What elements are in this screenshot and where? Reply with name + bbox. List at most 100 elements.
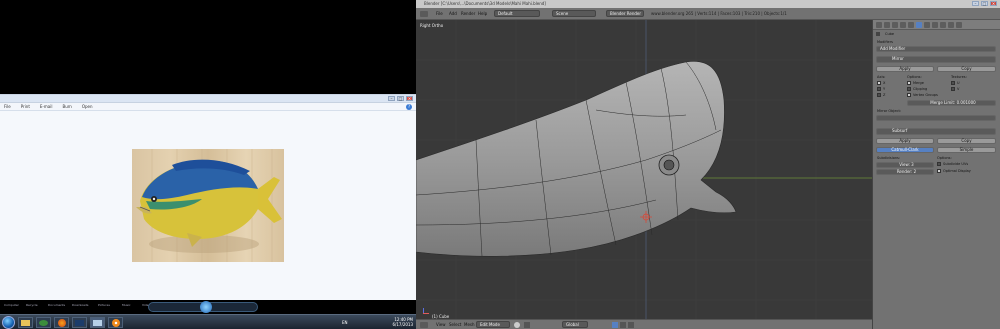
scene-tab-icon[interactable]: [884, 22, 890, 28]
menu-email[interactable]: E-mail: [40, 104, 53, 109]
optimal-display-label: Optimal Display: [943, 169, 971, 173]
particles-tab-icon[interactable]: [948, 22, 954, 28]
optimal-display-checkbox[interactable]: [937, 169, 941, 173]
scene-stats: www.blender.org 265 | Verts:114 | Faces:…: [651, 11, 787, 16]
menu-print[interactable]: Print: [21, 104, 30, 109]
blender-titlebar[interactable]: Blender [C:\Users\...\Documents\3d Model…: [416, 0, 1000, 8]
add-modifier-button[interactable]: Add Modifier: [876, 46, 996, 52]
start-button[interactable]: [2, 316, 15, 329]
layout-selector[interactable]: Default: [494, 10, 540, 17]
editor-type-icon[interactable]: [420, 322, 428, 328]
mirror-vgroups-checkbox[interactable]: [907, 93, 911, 97]
menu-add[interactable]: Add: [449, 11, 457, 16]
axis-gizmo-icon: [420, 308, 429, 316]
menu-file[interactable]: File: [436, 11, 443, 16]
mirror-u-checkbox[interactable]: [951, 81, 955, 85]
minimize-button[interactable]: –: [972, 1, 979, 6]
subsurf-apply-button[interactable]: Apply: [876, 138, 934, 144]
catmull-clark-button[interactable]: Catmull-Clark: [876, 147, 934, 153]
data-tab-icon[interactable]: [924, 22, 930, 28]
menu-file[interactable]: File: [4, 104, 11, 109]
close-button[interactable]: ×: [406, 96, 413, 101]
maximize-button[interactable]: □: [397, 96, 404, 101]
mirror-clipping-checkbox[interactable]: [907, 87, 911, 91]
desktop-label[interactable]: Documents: [48, 303, 65, 307]
mirror-textures-label: Textures:: [951, 75, 967, 79]
subsurf-view-field[interactable]: View: 3: [876, 162, 934, 168]
mirror-x-checkbox[interactable]: [877, 81, 881, 85]
menu-mesh[interactable]: Mesh: [464, 322, 475, 327]
media-player-icon[interactable]: [36, 317, 51, 328]
merge-limit-field[interactable]: Merge Limit: 0.001000: [907, 100, 996, 106]
mirror-axis-label: Axis:: [877, 75, 886, 79]
vertex-select-icon[interactable]: [612, 322, 618, 328]
subsurf-modifier-name: Subsurf: [892, 128, 908, 133]
material-tab-icon[interactable]: [932, 22, 938, 28]
physics-tab-icon[interactable]: [956, 22, 962, 28]
mirror-x-label: X: [883, 81, 886, 85]
language-indicator[interactable]: EN: [342, 320, 348, 325]
mirror-object-field[interactable]: [876, 115, 996, 121]
clock[interactable]: 12:40 PM 6/17/2013: [392, 317, 413, 327]
subdivide-uvs-label: Subdivide UVs: [943, 162, 969, 166]
texture-tab-icon[interactable]: [940, 22, 946, 28]
modifiers-tab-icon[interactable]: [916, 22, 922, 28]
viewport-label: Right Ortho: [420, 23, 444, 28]
mirror-copy-button[interactable]: Copy: [937, 66, 996, 72]
mirror-vgroups-label: Vertex Groups: [913, 93, 938, 97]
blender-task-icon[interactable]: [108, 317, 123, 328]
mode-selector[interactable]: Edit Mode: [476, 321, 510, 328]
menu-view[interactable]: View: [436, 322, 446, 327]
object-tab-icon[interactable]: [900, 22, 906, 28]
pin-icon[interactable]: [876, 32, 880, 36]
desktop-label[interactable]: Recycle: [26, 303, 38, 307]
photo-viewer-task-icon[interactable]: [90, 317, 105, 328]
minimize-button[interactable]: –: [388, 96, 395, 101]
close-button[interactable]: ×: [990, 1, 997, 6]
viewport-shading-icon[interactable]: [514, 322, 520, 328]
taskbar: EN 12:40 PM 6/17/2013: [0, 314, 416, 329]
3d-viewport[interactable]: Right Ortho (1) Cube: [416, 20, 872, 319]
viewer-titlebar[interactable]: – □ ×: [0, 95, 416, 103]
menu-open[interactable]: Open: [82, 104, 93, 109]
subdivide-uvs-checkbox[interactable]: [937, 162, 941, 166]
blender-info-header: File Add Render Help Default Scene Blend…: [416, 8, 1000, 20]
menu-select[interactable]: Select: [449, 322, 461, 327]
help-icon[interactable]: ?: [406, 104, 412, 110]
subsurf-modifier-header[interactable]: Subsurf: [876, 128, 996, 135]
render-tab-icon[interactable]: [876, 22, 882, 28]
desktop-label[interactable]: Music: [122, 303, 131, 307]
subsurf-copy-button[interactable]: Copy: [937, 138, 996, 144]
mirror-v-checkbox[interactable]: [951, 87, 955, 91]
mirror-apply-button[interactable]: Apply: [876, 66, 934, 72]
world-tab-icon[interactable]: [892, 22, 898, 28]
editor-type-icon[interactable]: [420, 11, 428, 17]
firefox-icon[interactable]: [54, 317, 69, 328]
render-engine-selector[interactable]: Blender Render: [606, 10, 644, 17]
constraints-tab-icon[interactable]: [908, 22, 914, 28]
subdivisions-label: Subdivisions:: [877, 156, 901, 160]
face-select-icon[interactable]: [628, 322, 634, 328]
menu-render[interactable]: Render: [461, 11, 475, 16]
maximize-button[interactable]: □: [981, 1, 988, 6]
mirror-y-checkbox[interactable]: [877, 87, 881, 91]
menu-help[interactable]: Help: [478, 11, 487, 16]
mirror-merge-checkbox[interactable]: [907, 81, 911, 85]
mirror-v-label: V: [957, 87, 960, 91]
modifiers-header: Modifiers: [877, 40, 893, 44]
scene-selector[interactable]: Scene: [552, 10, 596, 17]
pivot-icon[interactable]: [524, 322, 530, 328]
desktop-label[interactable]: Computer: [4, 303, 19, 307]
simple-button[interactable]: Simple: [937, 147, 996, 153]
subsurf-render-field[interactable]: Render: 2: [876, 169, 934, 175]
desktop-label[interactable]: Downloads: [72, 303, 88, 307]
blender-window-title: Blender [C:\Users\...\Documents\3d Model…: [424, 1, 546, 6]
mirror-modifier-header[interactable]: Mirror: [876, 56, 996, 63]
desktop-label[interactable]: Pictures: [98, 303, 110, 307]
menu-burn[interactable]: Burn: [62, 104, 71, 109]
photoshop-icon[interactable]: [72, 317, 87, 328]
orientation-selector[interactable]: Global: [562, 321, 588, 328]
mirror-z-checkbox[interactable]: [877, 93, 881, 97]
folder-icon[interactable]: [18, 317, 33, 328]
edge-select-icon[interactable]: [620, 322, 626, 328]
